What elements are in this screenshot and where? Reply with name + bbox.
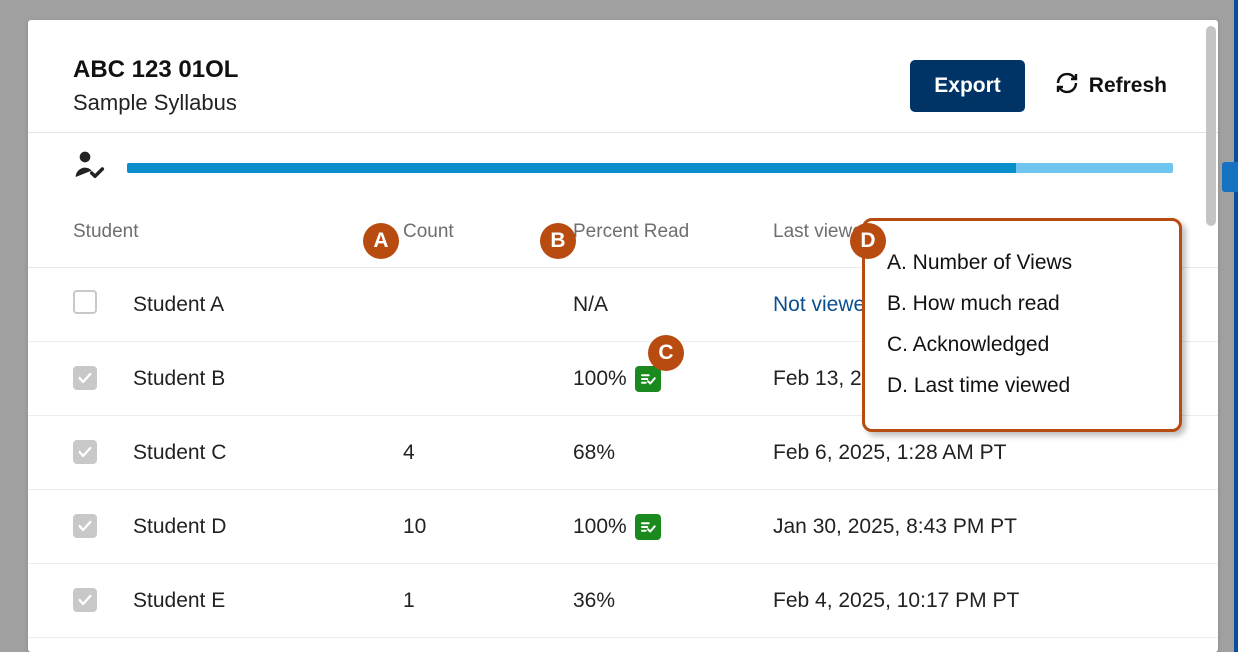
student-name[interactable]: Student B	[133, 367, 403, 391]
student-name[interactable]: Student C	[133, 441, 403, 465]
legend-c: C. Acknowledged	[887, 325, 1157, 366]
progress-fill	[127, 163, 1016, 173]
col-percent-read[interactable]: Percent Read	[573, 221, 773, 243]
percent-value: N/A	[573, 293, 608, 317]
percent-cell: N/A	[573, 293, 773, 317]
legend-b: B. How much read	[887, 284, 1157, 325]
percent-value: 100%	[573, 515, 627, 539]
row-checkbox[interactable]	[73, 290, 97, 314]
header: ABC 123 01OL Sample Syllabus Export Refr…	[28, 20, 1218, 133]
refresh-icon	[1055, 71, 1079, 101]
percent-value: 68%	[573, 441, 615, 465]
student-name[interactable]: Student A	[133, 293, 403, 317]
scrollbar[interactable]	[1206, 26, 1216, 226]
legend: A. Number of Views B. How much read C. A…	[862, 218, 1182, 432]
count-cell: 10	[403, 515, 573, 539]
row-checkbox[interactable]	[73, 440, 97, 464]
window-edge	[1234, 0, 1238, 652]
header-actions: Export Refresh	[910, 60, 1173, 112]
legend-a: A. Number of Views	[887, 243, 1157, 284]
side-tab-handle[interactable]	[1222, 162, 1238, 192]
table-row: Student E136% Feb 4, 2025, 10:17 PM PT	[28, 564, 1218, 638]
row-checkbox[interactable]	[73, 514, 97, 538]
acknowledged-icon	[635, 366, 661, 392]
percent-value: 36%	[573, 589, 615, 613]
refresh-label: Refresh	[1089, 74, 1167, 98]
percent-cell: 36%	[573, 589, 773, 613]
student-name[interactable]: Student E	[133, 589, 403, 613]
course-subtitle: Sample Syllabus	[73, 88, 238, 118]
course-title: ABC 123 01OL	[73, 54, 238, 86]
percent-cell: 100%	[573, 514, 773, 540]
count-cell: 1	[403, 589, 573, 613]
annotation-b: B	[540, 223, 576, 259]
last-viewed-cell: Feb 4, 2025, 10:17 PM PT	[773, 589, 1173, 613]
last-viewed-cell: Feb 6, 2025, 1:28 AM PT	[773, 441, 1173, 465]
annotation-d: D	[850, 223, 886, 259]
col-student[interactable]: Student	[73, 221, 403, 243]
refresh-button[interactable]: Refresh	[1049, 61, 1173, 111]
row-checkbox[interactable]	[73, 366, 97, 390]
last-viewed-cell: Jan 30, 2025, 8:43 PM PT	[773, 515, 1173, 539]
student-name[interactable]: Student D	[133, 515, 403, 539]
export-button[interactable]: Export	[910, 60, 1025, 112]
percent-cell: 68%	[573, 441, 773, 465]
person-check-icon	[73, 149, 105, 186]
annotation-c: C	[648, 335, 684, 371]
table-row: Student D10100% Jan 30, 2025, 8:43 PM PT	[28, 490, 1218, 564]
percent-value: 100%	[573, 367, 627, 391]
annotation-a: A	[363, 223, 399, 259]
row-checkbox[interactable]	[73, 588, 97, 612]
progress-bar	[127, 163, 1173, 173]
title-block: ABC 123 01OL Sample Syllabus	[73, 54, 238, 118]
count-cell: 4	[403, 441, 573, 465]
acknowledged-icon	[635, 514, 661, 540]
legend-d: D. Last time viewed	[887, 366, 1157, 407]
progress-row	[28, 133, 1218, 186]
